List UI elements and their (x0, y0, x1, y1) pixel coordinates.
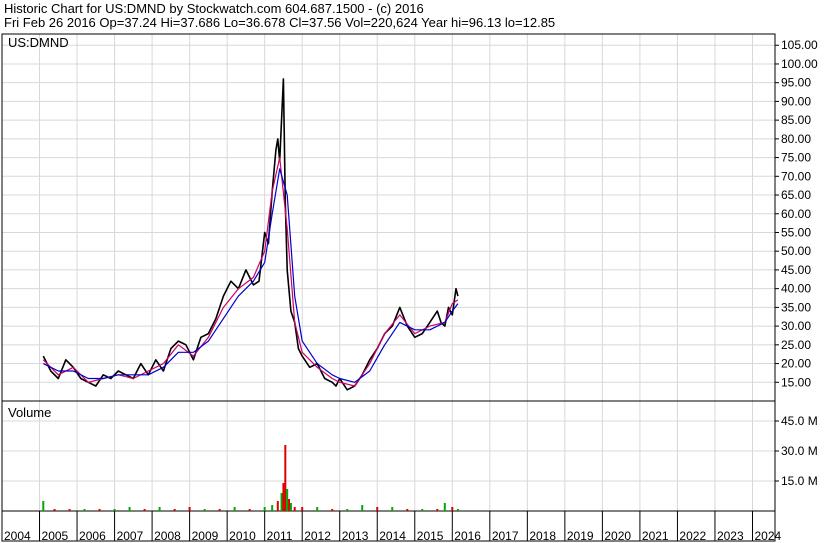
volume-tick-label: 30.0 M (781, 444, 818, 458)
date-axis: 2004 2005 2006 2007 2008 2009 2010 2011 2012 2013… (1, 511, 782, 543)
price-tick-label: 95.00 (781, 76, 811, 90)
volume-tick-label: 45.0 M (781, 414, 818, 428)
volume-bar (421, 509, 424, 511)
x-tick-label: 2010 (229, 529, 256, 543)
volume-bar (376, 507, 379, 511)
volume-bar (301, 507, 304, 511)
price-lines (42, 78, 459, 391)
price-tick-label: 85.00 (781, 113, 811, 127)
price-line (42, 78, 459, 391)
volume-bars (42, 445, 459, 511)
price-tick-label: 60.00 (781, 207, 811, 221)
price-tick-label: 55.00 (781, 225, 811, 239)
price-tick-label: 35.00 (781, 300, 811, 314)
volume-bar (218, 509, 221, 511)
symbol-label: US:DMND (8, 35, 69, 50)
volume-grid (1, 401, 775, 511)
x-tick-label: 2018 (529, 529, 556, 543)
x-tick-label: 2011 (267, 529, 293, 543)
price-tick-label: 70.00 (781, 169, 811, 183)
x-tick-label: 2020 (604, 529, 631, 543)
price-tick-label: 45.00 (781, 263, 811, 277)
volume-bar (286, 489, 289, 511)
x-tick-label: 2015 (417, 529, 444, 543)
volume-bar (173, 509, 176, 511)
volume-bar (451, 507, 454, 511)
volume-bar (276, 501, 279, 511)
x-tick-label: 2005 (42, 529, 69, 543)
price-tick-label: 105.00 (781, 38, 818, 52)
x-tick-label: 2022 (679, 529, 706, 543)
x-tick-label: 2024 (754, 529, 781, 543)
volume-bar (316, 507, 319, 511)
price-tick-label: 100.00 (781, 57, 818, 71)
volume-bar (289, 503, 292, 511)
volume-bar (456, 509, 459, 511)
volume-bar (143, 509, 146, 511)
x-tick-label: 2012 (304, 529, 331, 543)
volume-bar (158, 507, 161, 511)
x-tick-label: 2004 (4, 529, 31, 543)
volume-bar (42, 501, 45, 511)
x-tick-label: 2017 (492, 529, 519, 543)
volume-bar (233, 507, 236, 511)
volume-bar (293, 507, 296, 511)
x-tick-label: 2008 (154, 529, 181, 543)
price-tick-label: 80.00 (781, 132, 811, 146)
price-tick-label: 40.00 (781, 282, 811, 296)
ma_short-line (42, 157, 459, 387)
x-tick-label: 2007 (117, 529, 144, 543)
x-tick-label: 2016 (454, 529, 481, 543)
volume-bar (53, 509, 56, 511)
volume-bar (128, 507, 131, 511)
ma_long-line (43, 168, 459, 383)
volume-bar (406, 509, 409, 511)
volume-bar (188, 507, 191, 511)
volume-bar (436, 509, 439, 511)
price-tick-label: 20.00 (781, 357, 811, 371)
volume-bar (346, 509, 349, 511)
x-tick-label: 2009 (192, 529, 219, 543)
volume-bar (271, 505, 274, 511)
volume-label: Volume (8, 405, 51, 420)
price-tick-label: 65.00 (781, 188, 811, 202)
price-panel-frame (1, 33, 776, 402)
x-tick-label: 2014 (379, 529, 406, 543)
volume-bar (68, 509, 71, 511)
volume-bar (331, 509, 334, 511)
price-tick-label: 25.00 (781, 338, 811, 352)
volume-bar (288, 499, 291, 511)
volume-bar (83, 509, 86, 511)
volume-bar (263, 507, 266, 511)
price-tick-label: 15.00 (781, 375, 811, 389)
price-tick-label: 50.00 (781, 244, 811, 258)
price-tick-label: 75.00 (781, 151, 811, 165)
price-volume-chart: US:DMND Volume 15.00 20.00 25.00 30.00 35.00… (1, 33, 818, 543)
price-grid (1, 34, 775, 401)
volume-bar (443, 503, 446, 511)
volume-bar (203, 509, 206, 511)
volume-bar (98, 509, 101, 511)
volume-axis: 15.0 M 30.0 M 45.0 M (775, 414, 818, 488)
volume-bar (280, 493, 283, 511)
price-tick-label: 90.00 (781, 94, 811, 108)
volume-bar (391, 507, 394, 511)
volume-panel-frame (1, 400, 776, 512)
volume-bar (113, 509, 116, 511)
x-tick-label: 2023 (717, 529, 744, 543)
x-tick-label: 2019 (567, 529, 594, 543)
price-tick-label: 30.00 (781, 319, 811, 333)
volume-bar (284, 445, 287, 511)
volume-bar (248, 509, 251, 511)
volume-tick-label: 15.0 M (781, 474, 818, 488)
volume-bar (282, 483, 285, 511)
volume-bar (361, 505, 364, 511)
x-tick-label: 2013 (342, 529, 369, 543)
price-axis: 15.00 20.00 25.00 30.00 35.00 40.00 45.00 50.00… (775, 38, 818, 389)
x-tick-label: 2021 (642, 529, 669, 543)
x-tick-label: 2006 (79, 529, 106, 543)
